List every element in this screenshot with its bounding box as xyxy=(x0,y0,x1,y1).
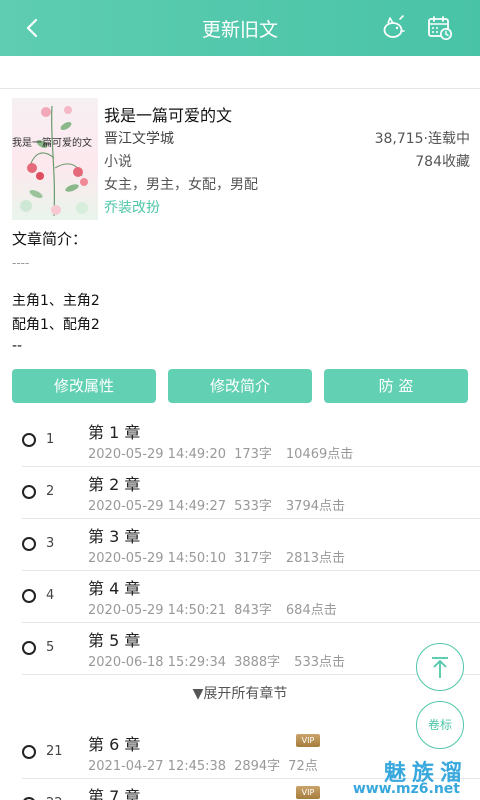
chapter-select-radio[interactable] xyxy=(22,641,36,655)
chapter-name: 第 6 章 xyxy=(88,735,141,754)
chapter-select-radio[interactable] xyxy=(22,433,36,447)
scroll-to-top-button[interactable] xyxy=(416,643,464,691)
chapter-meta: 2020-05-29 14:49:20 173字 10469点击 xyxy=(88,443,361,462)
chapter-clicks: 533点击 xyxy=(294,655,345,670)
chapter-datetime: 2020-06-18 15:29:34 xyxy=(88,655,227,670)
chapter-row[interactable]: 2 第 2 章 2020-05-29 14:49:27 533字 3794点击 xyxy=(0,467,480,519)
chapter-meta: 2020-05-29 14:49:27 533字 3794点击 xyxy=(88,495,353,514)
book-cover[interactable]: 我是一篇可爱的文 xyxy=(12,98,98,220)
word-count-status: 38,715·连载中 xyxy=(374,131,470,147)
expand-all-chapters[interactable]: ▼展开所有章节 xyxy=(0,683,480,703)
anti-theft-button[interactable]: 防 盗 xyxy=(324,369,468,403)
chapter-words: 3888字 xyxy=(234,655,281,670)
book-title: 我是一篇可爱的文 xyxy=(104,106,233,125)
chapter-name: 第 5 章 xyxy=(88,631,141,650)
chapter-clicks: 10469点击 xyxy=(285,447,354,462)
chapter-words: 317字 xyxy=(234,551,272,566)
chapter-select-radio[interactable] xyxy=(22,745,36,759)
chapter-meta: 2021-04-27 12:45:38 2894字 72点 xyxy=(88,755,326,774)
book-info: 我是一篇可爱的文 我是一篇可爱的文 晋江文学城 38,715·连载中 小说 78… xyxy=(12,98,470,220)
chapter-meta: 2020-05-29 14:50:21 843字 684点击 xyxy=(88,599,345,618)
piggy-bank-icon[interactable] xyxy=(380,14,408,42)
chapter-number: 5 xyxy=(46,640,55,655)
intro-label: 文章简介： xyxy=(12,230,88,248)
chapter-number: 21 xyxy=(46,744,63,759)
chapter-clicks: 684点击 xyxy=(285,603,337,618)
intro-line: 配角1、配角2 xyxy=(12,317,100,333)
intro-line: -- xyxy=(12,338,23,354)
chapter-number: 2 xyxy=(46,484,55,499)
flower-illustration xyxy=(20,105,88,217)
watermark: 魅族溜 www.mz6.net xyxy=(344,755,474,800)
chapter-row[interactable]: 4 第 4 章 2020-05-29 14:50:21 843字 684点击 xyxy=(0,571,480,623)
chapter-number: 1 xyxy=(46,432,55,447)
chapter-select-radio[interactable] xyxy=(22,537,36,551)
chapter-clicks: 72点 xyxy=(288,759,318,774)
chapter-number: 4 xyxy=(46,588,55,603)
cover-title: 我是一篇可爱的文 xyxy=(12,138,92,149)
chapter-number: 3 xyxy=(46,536,55,551)
chapter-select-radio[interactable] xyxy=(22,485,36,499)
favorites-count: 784收藏 xyxy=(415,154,470,170)
intro-divider: ---- xyxy=(12,256,30,270)
calendar-clock-icon[interactable] xyxy=(426,14,454,42)
chapter-name: 第 4 章 xyxy=(88,579,141,598)
chapter-meta: 2020-05-29 14:50:10 317字 2813点击 xyxy=(88,547,353,566)
chapter-number: 22 xyxy=(46,796,63,800)
chapter-select-radio[interactable] xyxy=(22,589,36,603)
app-header: 更新旧文 xyxy=(0,0,480,56)
book-genre: 小说 xyxy=(104,154,132,170)
book-site: 晋江文学城 xyxy=(104,131,174,147)
chapter-datetime: 2020-05-29 14:50:10 xyxy=(88,551,227,566)
watermark-url: www.mz6.net xyxy=(352,781,460,797)
chapter-clicks: 2813点击 xyxy=(285,551,345,566)
chapter-row[interactable]: 3 第 3 章 2020-05-29 14:50:10 317字 2813点击 xyxy=(0,519,480,571)
chapter-datetime: 2020-05-29 14:50:21 xyxy=(88,603,227,618)
chapter-words: 2894字 xyxy=(234,759,281,774)
dressup-link[interactable]: 乔装改扮 xyxy=(104,197,160,217)
edit-intro-button[interactable]: 修改简介 xyxy=(168,369,312,403)
chapter-datetime: 2021-04-27 12:45:38 xyxy=(88,759,227,774)
page-title: 更新旧文 xyxy=(201,19,278,41)
chapter-words: 533字 xyxy=(234,499,272,514)
chapter-meta: 2020-06-18 15:29:34 3888字 533点击 xyxy=(88,651,353,670)
chapter-name: 第 1 章 xyxy=(88,423,141,442)
chapter-words: 173字 xyxy=(234,447,272,462)
chapter-clicks: 3794点击 xyxy=(285,499,345,514)
chapter-datetime: 2020-05-29 14:49:20 xyxy=(88,447,227,462)
volume-label-button[interactable]: 卷标 xyxy=(416,701,464,749)
chapter-name: 第 7 章 xyxy=(88,787,141,800)
divider xyxy=(22,674,480,675)
vip-badge: VIP xyxy=(296,734,320,747)
intro-line: 主角1、主角2 xyxy=(12,293,100,309)
sub-header-bar xyxy=(0,56,480,89)
edit-attributes-button[interactable]: 修改属性 xyxy=(12,369,156,403)
arrow-up-icon xyxy=(432,657,448,678)
chapter-row[interactable]: 5 第 5 章 2020-06-18 15:29:34 3888字 533点击 xyxy=(0,623,480,675)
chapter-name: 第 2 章 xyxy=(88,475,141,494)
chapter-row[interactable]: 1 第 1 章 2020-05-29 14:49:20 173字 10469点击 xyxy=(0,415,480,467)
book-roles: 女主，男主，女配，男配 xyxy=(104,177,258,193)
chapter-name: 第 3 章 xyxy=(88,527,141,546)
chapter-datetime: 2020-05-29 14:49:27 xyxy=(88,499,227,514)
chapter-words: 843字 xyxy=(234,603,272,618)
vip-badge: VIP xyxy=(296,786,320,799)
